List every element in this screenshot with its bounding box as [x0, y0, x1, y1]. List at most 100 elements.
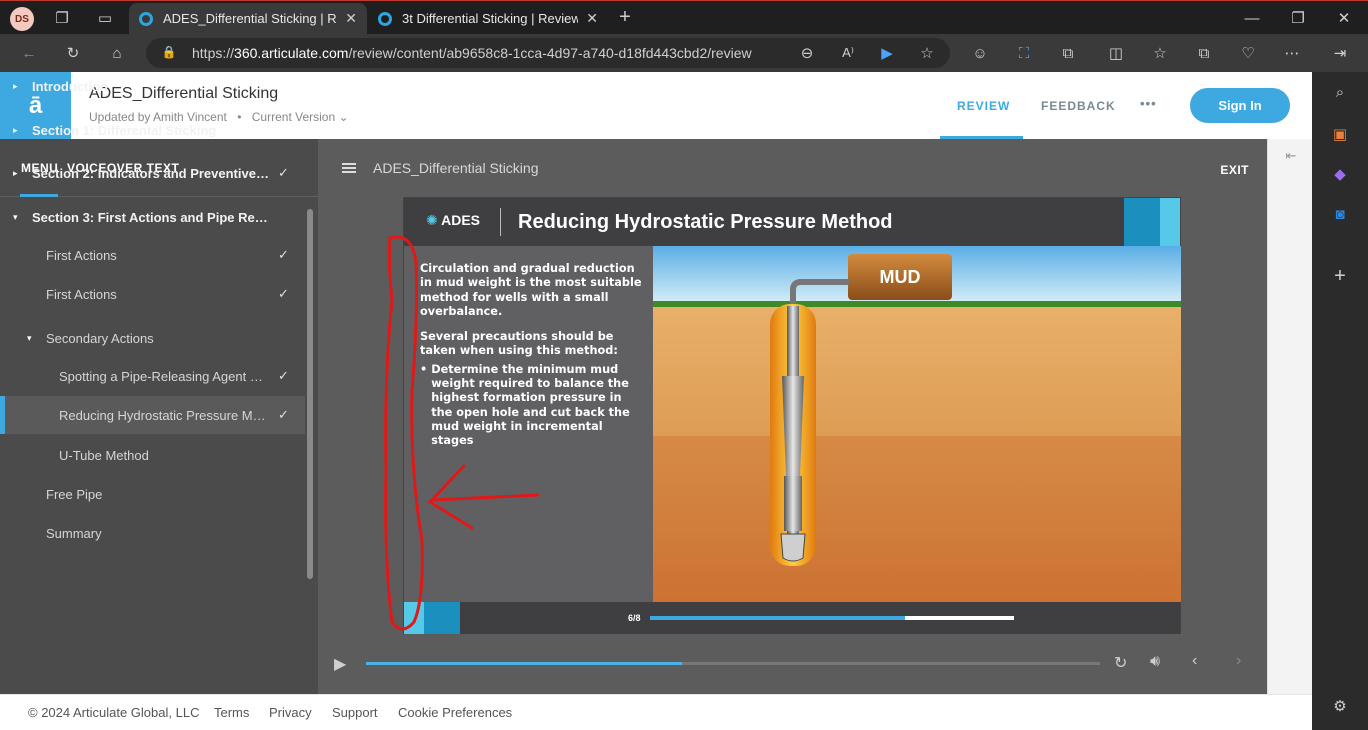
- url-host: 360.articulate.com: [234, 45, 349, 61]
- close-window-icon[interactable]: ✕: [1334, 8, 1354, 28]
- menu-item[interactable]: First Actions ✓: [0, 236, 305, 274]
- url-path: /review/content/ab9658c8-1cca-4d97-a740-…: [348, 45, 752, 61]
- grass: [653, 301, 1181, 307]
- cookie-preferences-link[interactable]: Cookie Preferences: [398, 705, 512, 720]
- menu-item[interactable]: Spotting a Pipe-Releasing Agent Met... ✓: [0, 357, 305, 395]
- close-tab-icon[interactable]: ✕: [345, 10, 357, 27]
- new-tab-icon[interactable]: +: [614, 6, 636, 28]
- course-menu-panel: MENU VOICEOVER TEXT ▸ Introduction ▸ Sectio…: [0, 79, 318, 694]
- menu-item[interactable]: ▸ Introduction: [0, 67, 305, 105]
- page-footer: © 2024 Articulate Global, LLC Terms Priv…: [0, 694, 1312, 730]
- settings-more-icon[interactable]: ⋯: [1282, 43, 1302, 63]
- drill-bit: [780, 533, 806, 562]
- previous-icon[interactable]: ‹: [1192, 652, 1197, 670]
- menu-scrollbar[interactable]: [307, 209, 313, 579]
- browser-tab-bar: DS ❐ ▭ ADES_Differential Sticking | Revi…: [0, 0, 1368, 34]
- favorites-icon[interactable]: ☆: [1150, 43, 1170, 63]
- menu-item[interactable]: Free Pipe: [0, 475, 305, 513]
- next-icon[interactable]: ›: [1236, 652, 1241, 670]
- slide-title: Reducing Hydrostatic Pressure Method: [518, 211, 893, 233]
- sign-in-button[interactable]: Sign In: [1190, 88, 1290, 123]
- tab-favicon-icon: [139, 11, 153, 26]
- search-icon[interactable]: ⌕: [1330, 82, 1350, 102]
- home-icon[interactable]: ⌂: [106, 42, 128, 64]
- menu-item[interactable]: ▸ Section 2: Indicators and Preventive Ac…: [0, 154, 305, 192]
- tab-actions-icon[interactable]: ▭: [95, 8, 115, 28]
- extension-avatar-icon[interactable]: ☺: [970, 43, 990, 63]
- soil-layer: [653, 436, 1181, 602]
- favorite-star-icon[interactable]: ☆: [917, 43, 937, 63]
- footer-accent: [424, 602, 460, 634]
- zoom-icon[interactable]: ⊖: [797, 43, 817, 63]
- menu-item[interactable]: ▾ Section 3: First Actions and Pipe Recov…: [0, 198, 305, 236]
- close-tab-icon[interactable]: ✕: [586, 10, 598, 27]
- caret-right-icon[interactable]: ▸: [13, 168, 18, 179]
- extensions-icon[interactable]: ⧉: [1058, 43, 1078, 63]
- caret-right-icon[interactable]: ▸: [13, 125, 18, 136]
- gear-icon[interactable]: ⚙: [1330, 696, 1350, 716]
- outlook-icon[interactable]: ◙: [1330, 204, 1350, 224]
- browser-tab-active[interactable]: ADES_Differential Sticking | Review 360 …: [129, 3, 367, 34]
- menu-item[interactable]: Reducing Hydrostatic Pressure Met... ✓: [0, 396, 305, 434]
- refresh-icon[interactable]: ↻: [62, 42, 84, 64]
- privacy-link[interactable]: Privacy: [269, 705, 312, 720]
- seek-bar[interactable]: [366, 662, 1100, 665]
- url-field[interactable]: 🔒 https://360.articulate.com/review/cont…: [146, 38, 950, 68]
- url-prefix: https://: [192, 45, 235, 61]
- workspaces-icon[interactable]: ❐: [52, 8, 72, 28]
- menu-item[interactable]: Summary: [0, 514, 305, 552]
- menu-item-label: Secondary Actions: [46, 330, 154, 346]
- immersive-reader-icon[interactable]: ▶: [877, 43, 897, 63]
- split-screen-icon[interactable]: ◫: [1106, 43, 1126, 63]
- chevron-down-icon[interactable]: ⌄: [338, 110, 348, 124]
- exit-button[interactable]: EXIT: [1220, 163, 1249, 177]
- menu-tab-indicator: [20, 194, 58, 197]
- copilot-icon[interactable]: ◆: [1330, 164, 1350, 184]
- menu-item-label: U-Tube Method: [59, 447, 149, 463]
- edge-sidebar: ⌕ ▣ ◆ ◙ + ⚙: [1312, 72, 1368, 730]
- slide-page-number: 6/8: [628, 613, 641, 623]
- tools-icon[interactable]: ▣: [1330, 124, 1350, 144]
- browser-essentials-icon[interactable]: ♡: [1238, 43, 1258, 63]
- slide-footer: 6/8: [404, 602, 1180, 634]
- checkmark-icon: ✓: [278, 247, 289, 262]
- menu-item[interactable]: ▸ Section 1: Differental Sticking: [0, 111, 305, 149]
- tab-favicon-icon: [378, 11, 392, 26]
- tab-feedback[interactable]: FEEDBACK: [1041, 99, 1116, 113]
- sunburst-icon: ✺: [426, 212, 438, 228]
- restore-icon[interactable]: ❐: [1288, 8, 1308, 28]
- slide-header: ✺ ADES Reducing Hydrostatic Pressure Met…: [404, 198, 1180, 246]
- tab-review[interactable]: REVIEW: [957, 99, 1010, 113]
- tab-title: ADES_Differential Sticking | Review 360: [163, 11, 337, 26]
- screenshot-icon[interactable]: ⛶: [1014, 43, 1034, 63]
- slide: ✺ ADES Reducing Hydrostatic Pressure Met…: [403, 197, 1181, 634]
- collapse-panel-icon[interactable]: ⇤: [1282, 147, 1300, 165]
- wellbore-illustration: MUD: [653, 246, 1181, 602]
- menu-item[interactable]: ▾ Secondary Actions: [0, 319, 305, 357]
- volume-icon[interactable]: 🔊︎: [1150, 653, 1160, 671]
- minimize-icon[interactable]: —: [1242, 8, 1262, 28]
- menu-item-label: First Actions: [46, 286, 117, 302]
- menu-item-label: Section 3: First Actions and Pipe Recove…: [32, 209, 270, 225]
- add-sidebar-app-icon[interactable]: +: [1330, 265, 1350, 287]
- sidebar-toggle-icon[interactable]: ⇥: [1330, 43, 1350, 63]
- profile-avatar[interactable]: DS: [10, 7, 34, 31]
- menu-item[interactable]: U-Tube Method: [0, 436, 305, 474]
- more-menu-icon[interactable]: •••: [1140, 96, 1157, 111]
- back-icon[interactable]: ←: [18, 42, 40, 64]
- menu-item[interactable]: First Actions ✓: [0, 275, 305, 313]
- read-aloud-icon[interactable]: A⁾: [838, 43, 858, 63]
- play-icon[interactable]: ▶: [334, 654, 346, 674]
- caret-down-icon[interactable]: ▾: [27, 333, 32, 344]
- seek-progress: [366, 662, 682, 665]
- checkmark-icon: ✓: [278, 286, 289, 301]
- terms-link[interactable]: Terms: [214, 705, 249, 720]
- support-link[interactable]: Support: [332, 705, 378, 720]
- caret-down-icon[interactable]: ▾: [13, 212, 18, 223]
- replay-icon[interactable]: ↻: [1114, 653, 1127, 673]
- mud-label: MUD: [879, 266, 921, 287]
- collections-icon[interactable]: ⧉: [1194, 43, 1214, 63]
- hamburger-menu-icon[interactable]: [342, 163, 356, 173]
- browser-tab[interactable]: 3t Differential Sticking | Review 360 ✕: [368, 3, 608, 34]
- caret-right-icon[interactable]: ▸: [13, 81, 18, 92]
